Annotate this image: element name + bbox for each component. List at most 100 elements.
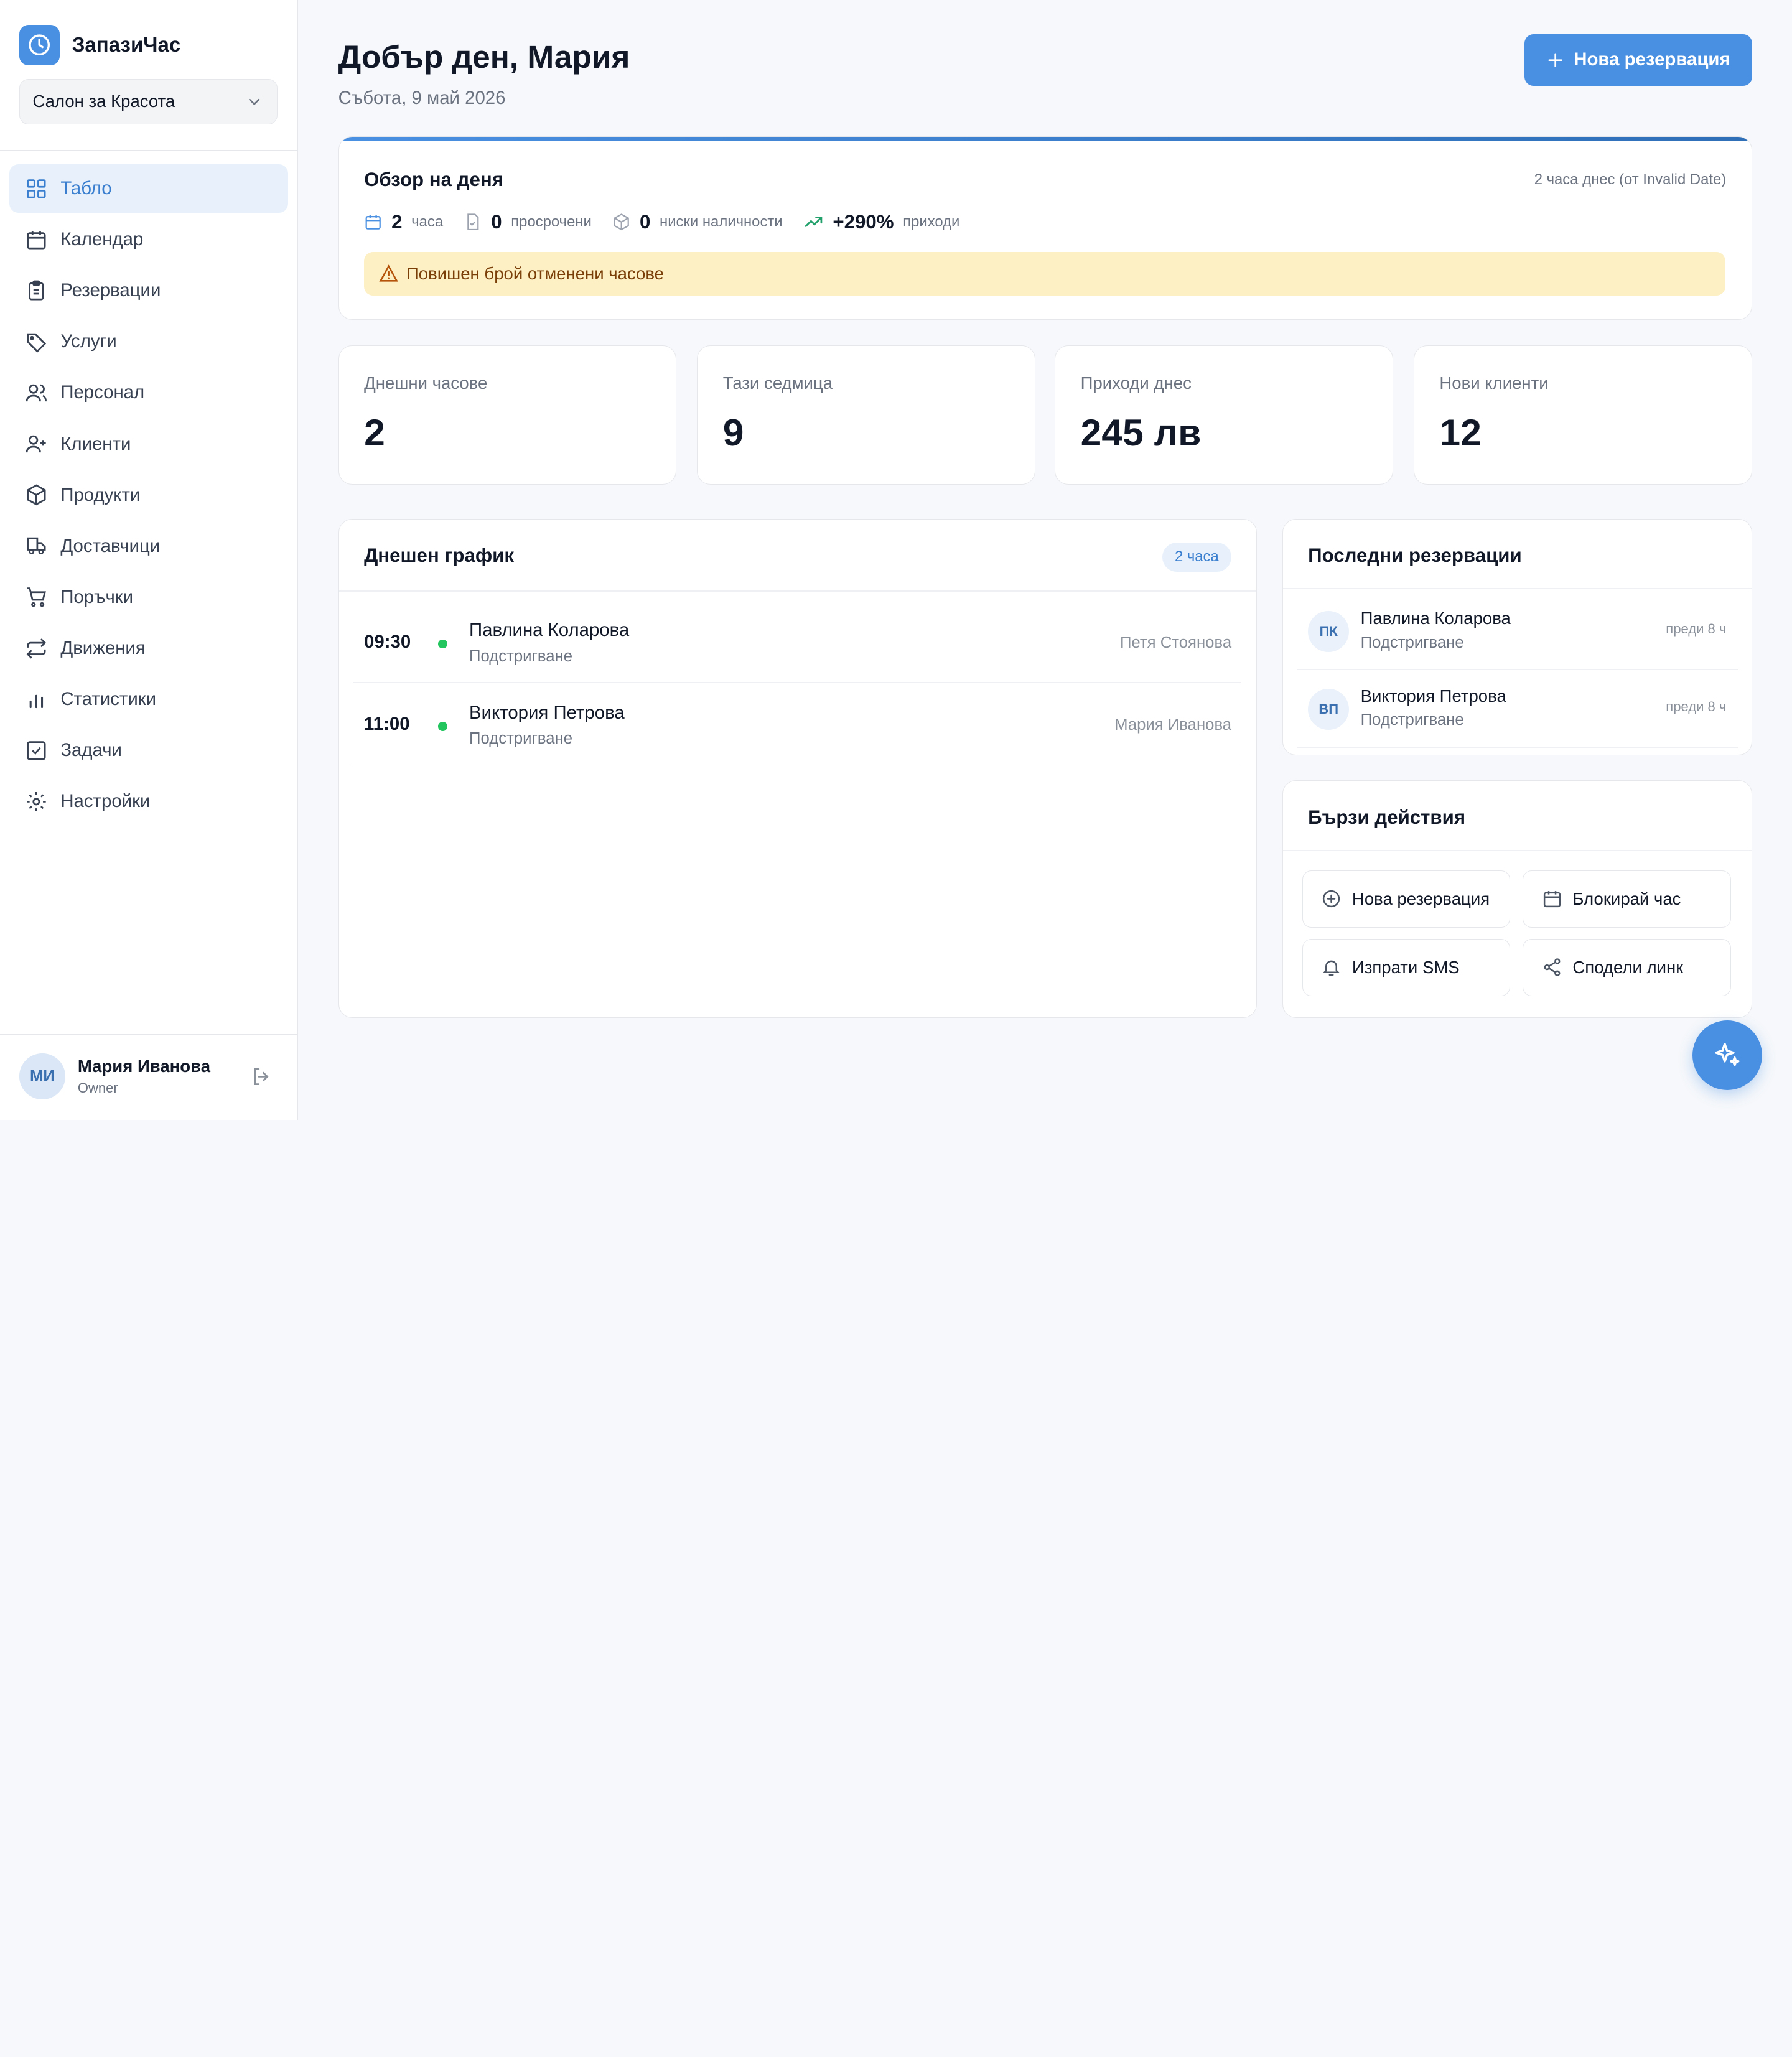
recent-title: Последни резервации bbox=[1308, 544, 1522, 567]
overview-stat-value: 0 bbox=[639, 210, 651, 233]
overview-stat-label: просрочени bbox=[511, 213, 592, 230]
sidebar-item-clients[interactable]: Клиенти bbox=[9, 420, 288, 468]
sidebar-item-products[interactable]: Продукти bbox=[9, 471, 288, 519]
appointment-count-badge: 2 часа bbox=[1162, 542, 1231, 572]
divider bbox=[1282, 588, 1752, 589]
clipboard-icon bbox=[29, 280, 44, 301]
sidebar-item-statistics[interactable]: Статистики bbox=[9, 675, 288, 723]
overview-stat-label: приходи bbox=[903, 213, 960, 230]
accent-bar bbox=[338, 136, 1752, 141]
block-time-button[interactable]: Блокирай час bbox=[1523, 870, 1731, 928]
sidebar-item-label: Персонал bbox=[60, 382, 145, 403]
sidebar-item-settings[interactable]: Настройки bbox=[9, 778, 288, 826]
user-profile[interactable]: МИ Мария Иванова Owner bbox=[19, 1053, 210, 1099]
sidebar-item-movements[interactable]: Движения bbox=[9, 624, 288, 672]
stat-label: Нови клиенти bbox=[1439, 373, 1549, 393]
schedule-row[interactable]: 11:00 Виктория Петрова Подстригване Мари… bbox=[352, 684, 1241, 765]
sidebar-item-label: Резервации bbox=[60, 280, 161, 301]
logout-icon[interactable] bbox=[250, 1065, 273, 1088]
sparkles-icon bbox=[1715, 1043, 1740, 1066]
sidebar-item-label: Клиенти bbox=[60, 433, 131, 454]
staff-name: Мария Иванова bbox=[1114, 716, 1232, 734]
box-icon bbox=[614, 213, 629, 231]
overview-title: Обзор на деня bbox=[364, 168, 503, 190]
overview-stat-value: 2 bbox=[391, 210, 403, 233]
current-date: Събота, 9 май 2026 bbox=[338, 88, 506, 109]
sidebar-item-staff[interactable]: Персонал bbox=[9, 369, 288, 417]
quick-action-label: Блокирай час bbox=[1572, 889, 1681, 908]
divider bbox=[0, 149, 299, 151]
stat-value: 245 лв bbox=[1080, 411, 1202, 454]
user-name: Мария Иванова bbox=[77, 1056, 211, 1076]
sidebar-item-label: Доставчици bbox=[60, 535, 161, 556]
share-icon bbox=[1544, 958, 1561, 977]
status-dot bbox=[438, 721, 448, 731]
schedule-row[interactable]: 09:30 Павлина Коларова Подстригване Петя… bbox=[352, 602, 1241, 683]
sidebar-item-reservations[interactable]: Резервации bbox=[9, 267, 288, 315]
overview-stat-appointments: 2 часа bbox=[364, 211, 443, 233]
salon-select[interactable]: Салон за Красота bbox=[19, 78, 278, 125]
sidebar-item-tasks[interactable]: Задачи bbox=[9, 727, 288, 775]
sidebar: ЗапазиЧас Салон за Красота Табло Календа… bbox=[0, 0, 299, 1120]
cart-icon bbox=[27, 587, 47, 607]
brand[interactable]: ЗапазиЧас bbox=[19, 25, 180, 65]
clock-icon bbox=[19, 25, 60, 65]
sidebar-item-orders[interactable]: Поръчки bbox=[9, 573, 288, 621]
new-reservation-label: Нова резервация bbox=[1574, 49, 1730, 70]
sidebar-item-dashboard[interactable]: Табло bbox=[9, 164, 288, 213]
alert-text: Повишен брой отменени часове bbox=[406, 263, 664, 283]
quick-action-label: Нова резервация bbox=[1351, 889, 1490, 908]
dashboard-icon bbox=[27, 179, 46, 198]
client-name: Виктория Петрова bbox=[469, 702, 625, 723]
quick-new-reservation-button[interactable]: Нова резервация bbox=[1302, 870, 1511, 928]
service-name: Подстригване bbox=[1360, 711, 1464, 729]
sidebar-item-services[interactable]: Услуги bbox=[9, 318, 288, 366]
appointment-time: 09:30 bbox=[364, 631, 411, 652]
stat-label: Тази седмица bbox=[722, 373, 833, 393]
calendar-icon bbox=[27, 231, 46, 250]
new-reservation-button[interactable]: Нова резервация bbox=[1524, 34, 1752, 86]
service-name: Подстригване bbox=[469, 647, 573, 665]
quick-action-label: Сподели линк bbox=[1572, 957, 1684, 977]
service-name: Подстригване bbox=[469, 729, 573, 747]
avatar: МИ bbox=[19, 1053, 65, 1099]
overview-stat-overdue: 0 просрочени bbox=[464, 211, 592, 233]
sidebar-item-label: Продукти bbox=[60, 484, 141, 505]
trending-up-icon bbox=[805, 217, 822, 228]
divider bbox=[1282, 849, 1752, 851]
sidebar-item-suppliers[interactable]: Доставчици bbox=[9, 522, 288, 570]
overview-stat-low-stock: 0 ниски наличности bbox=[612, 211, 783, 233]
send-sms-button[interactable]: Изпрати SMS bbox=[1302, 938, 1511, 996]
reservation-row[interactable]: ПК Павлина Коларова Подстригване преди 8… bbox=[1296, 592, 1738, 671]
today-schedule-card: Днешен график 2 часа 09:30 Павлина Колар… bbox=[338, 518, 1258, 1019]
overview-stat-label: ниски наличности bbox=[660, 213, 783, 230]
stat-value: 9 bbox=[722, 411, 744, 454]
stat-card-revenue: Приходи днес 245 лв bbox=[1055, 345, 1393, 485]
sidebar-item-calendar[interactable]: Календар bbox=[9, 216, 288, 264]
time-ago: преди 8 ч bbox=[1666, 621, 1727, 637]
staff-name: Петя Стоянова bbox=[1119, 633, 1232, 651]
recent-reservations-card: Последни резервации ПК Павлина Коларова … bbox=[1282, 518, 1752, 756]
overview-stats: 2 часа 0 просрочени 0 ниски наличности +… bbox=[364, 211, 980, 233]
stat-value: 2 bbox=[364, 411, 385, 454]
reservation-row[interactable]: ВП Виктория Петрова Подстригване преди 8… bbox=[1296, 670, 1738, 749]
calendar-icon bbox=[1543, 891, 1561, 908]
ai-assistant-button[interactable] bbox=[1692, 1020, 1763, 1091]
stat-label: Приходи днес bbox=[1080, 373, 1192, 393]
app-root: ЗапазиЧас Салон за Красота Табло Календа… bbox=[0, 0, 1792, 1120]
share-link-button[interactable]: Сподели линк bbox=[1523, 938, 1731, 996]
bell-icon bbox=[1322, 961, 1340, 976]
check-square-icon bbox=[27, 740, 46, 760]
sidebar-item-label: Задачи bbox=[60, 740, 122, 761]
box-icon bbox=[27, 484, 46, 506]
tag-icon bbox=[27, 333, 47, 353]
calendar-icon bbox=[365, 215, 381, 230]
appointment-time: 11:00 bbox=[364, 714, 410, 735]
sidebar-item-label: Табло bbox=[60, 178, 112, 199]
app-name: ЗапазиЧас bbox=[72, 33, 181, 57]
sidebar-item-label: Услуги bbox=[60, 331, 117, 352]
user-plus-icon bbox=[26, 435, 47, 453]
status-dot bbox=[438, 639, 448, 649]
user-role: Owner bbox=[77, 1080, 118, 1096]
gear-icon bbox=[27, 791, 47, 811]
